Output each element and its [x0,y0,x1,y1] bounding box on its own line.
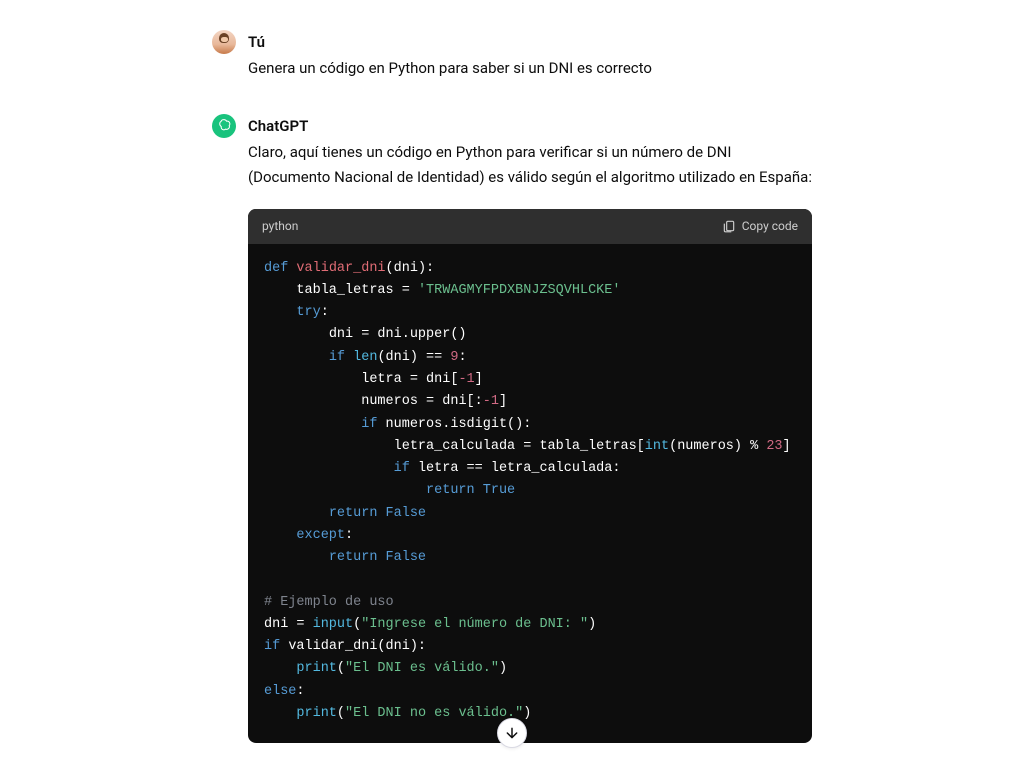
copy-code-button[interactable]: Copy code [722,217,798,236]
openai-icon [216,118,232,134]
clipboard-icon [722,219,736,233]
assistant-avatar [212,114,236,138]
code-block: python Copy code def validar_dni(dni): t… [248,209,812,744]
copy-code-label: Copy code [742,217,798,236]
user-text: Genera un código en Python para saber si… [248,56,812,82]
chat-thread: Tú Genera un código en Python para saber… [192,0,832,743]
code-content[interactable]: def validar_dni(dni): tabla_letras = 'TR… [248,244,812,744]
assistant-text: Claro, aquí tienes un código en Python p… [248,140,812,191]
code-language: python [262,217,298,236]
assistant-name: ChatGPT [248,114,812,138]
user-name: Tú [248,30,812,54]
assistant-message: ChatGPT Claro, aquí tienes un código en … [212,114,812,744]
user-message: Tú Genera un código en Python para saber… [212,30,812,82]
scroll-to-bottom-button[interactable] [497,718,527,748]
arrow-down-icon [504,725,520,741]
user-avatar [212,30,236,54]
code-header: python Copy code [248,209,812,244]
